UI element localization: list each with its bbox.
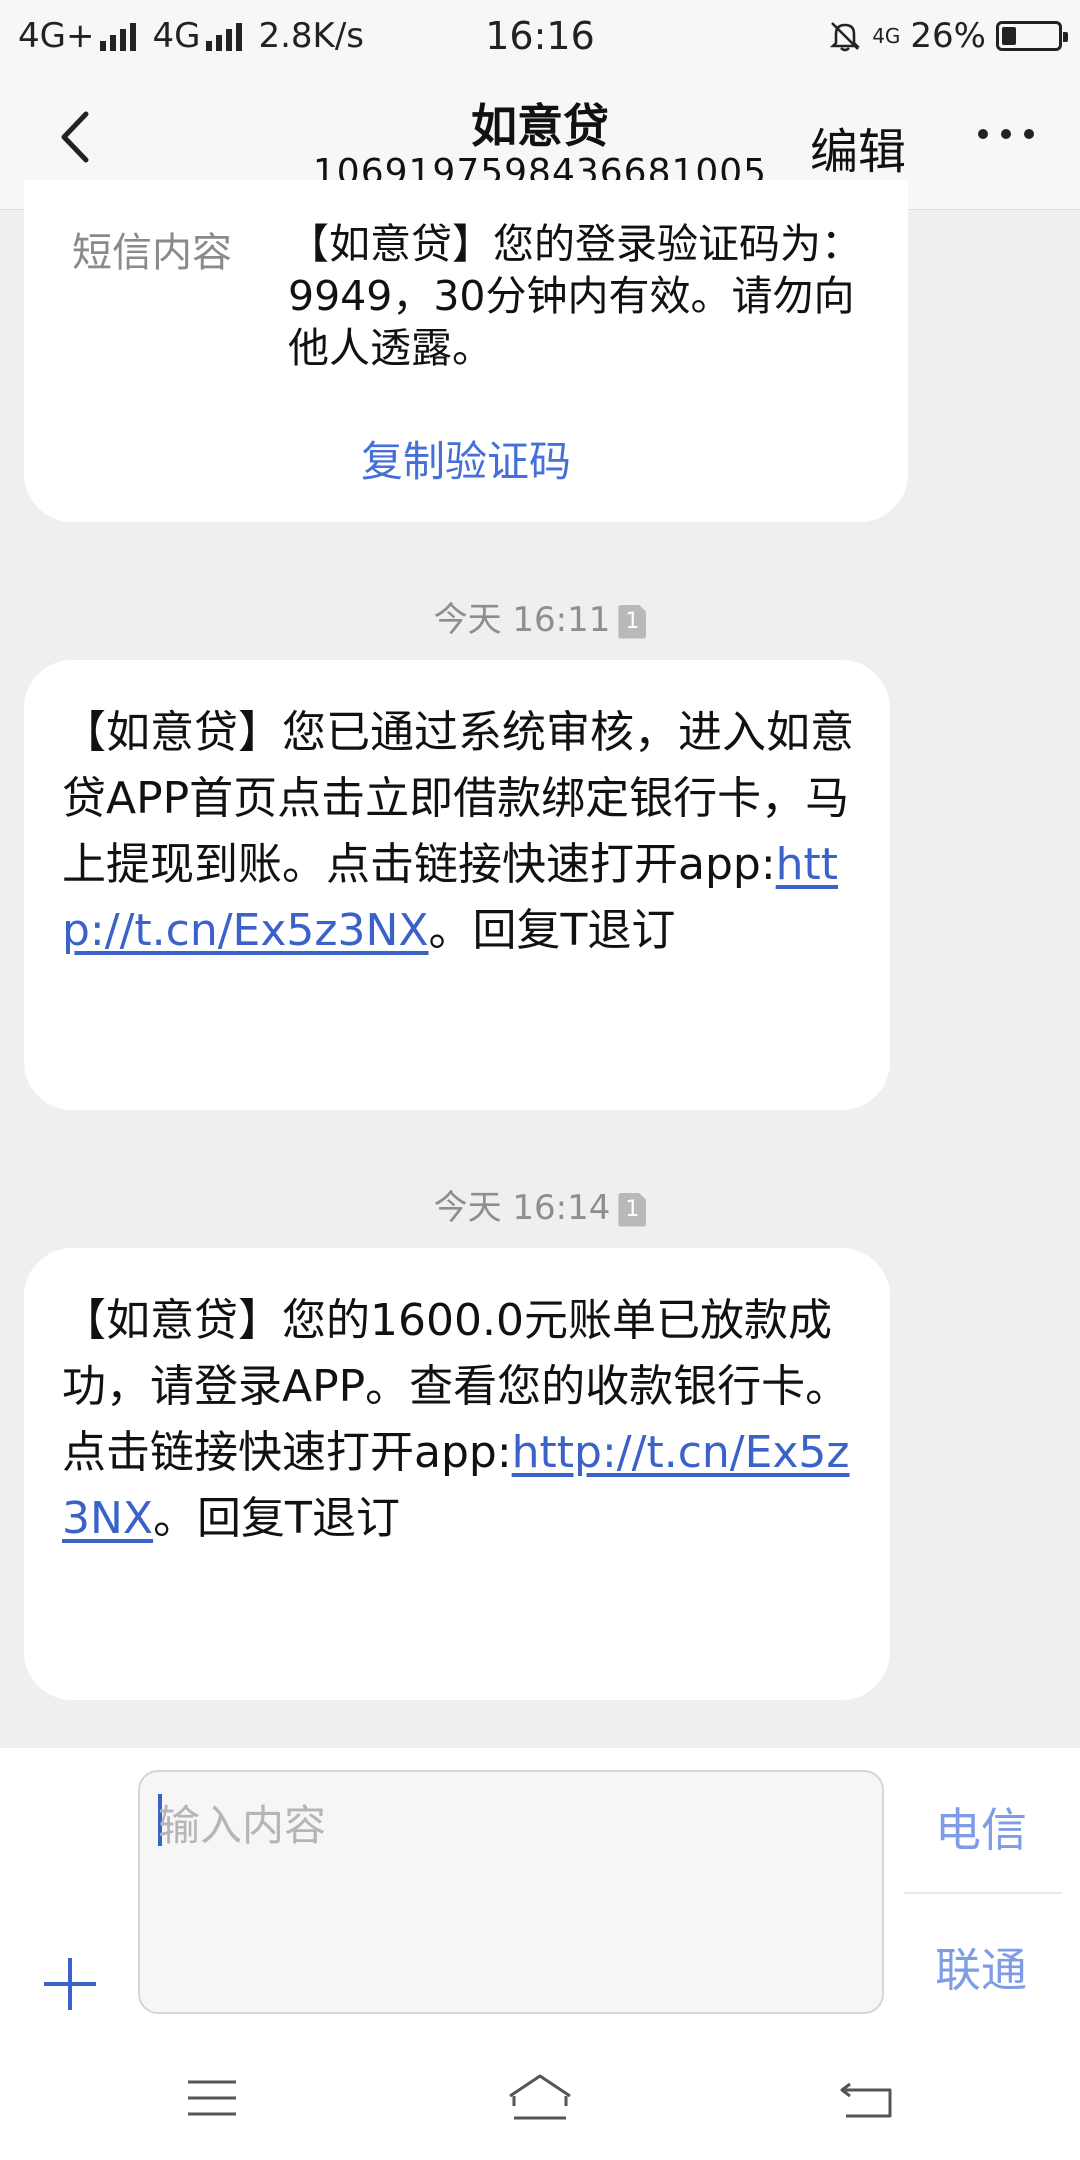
message-text: 【如意贷】您的1600.0元账单已放款成功，请登录APP。查看您的收款银行卡。点… <box>62 1295 850 1544</box>
status-right: 4G 26% <box>642 16 1068 56</box>
message-bubble[interactable]: 【如意贷】您已通过系统审核，进入如意贷APP首页点击立即借款绑定银行卡，马上提现… <box>24 660 890 1110</box>
small-network: 4G <box>872 24 901 48</box>
clock: 16:16 <box>485 14 595 58</box>
battery-percent: 26% <box>910 16 986 56</box>
message-text: 【如意贷】您已通过系统审核，进入如意贷APP首页点击立即借款绑定银行卡，马上提现… <box>62 707 854 956</box>
back-icon[interactable] <box>828 2068 908 2128</box>
contact-name: 如意贷 <box>471 99 609 153</box>
network-type-1: 4G+ <box>18 16 95 56</box>
status-bar: 4G+ 4G 2.8K/s 16:16 4G 26% <box>0 0 1080 72</box>
signal-icon <box>100 21 137 51</box>
menu-icon[interactable] <box>172 2068 252 2128</box>
message-input[interactable]: 输入内容 <box>138 1770 884 2014</box>
bell-off-icon <box>830 22 861 52</box>
sms-content-label: 短信内容 <box>72 230 232 276</box>
more-dots-icon[interactable] <box>978 124 1034 144</box>
input-placeholder: 输入内容 <box>158 1801 327 1850</box>
battery-icon <box>996 21 1068 51</box>
composer-panel: 输入内容 电信 联通 <box>0 1748 1080 2038</box>
message-timestamp: 今天 16:14 1 <box>0 1180 1080 1229</box>
plus-icon[interactable] <box>40 1954 100 2014</box>
sim-card-icon: 1 <box>618 1192 647 1227</box>
send-via-unicom-button[interactable]: 联通 <box>906 1934 1056 2000</box>
message-bubble[interactable]: 短信内容 【如意贷】您的登录验证码为：9949，30分钟内有效。请勿向他人透露。… <box>24 180 908 522</box>
home-icon[interactable] <box>500 2068 580 2128</box>
status-left: 4G+ 4G 2.8K/s <box>18 16 438 56</box>
send-via-telecom-button[interactable]: 电信 <box>906 1794 1056 1860</box>
carrier-divider <box>904 1892 1062 1894</box>
battery-fill <box>1002 27 1017 45</box>
edit-button[interactable]: 编辑 <box>810 112 906 182</box>
network-type-2: 4G <box>152 16 201 56</box>
system-nav-bar <box>0 2038 1080 2160</box>
sim-card-icon: 1 <box>618 604 647 639</box>
copy-code-button[interactable]: 复制验证码 <box>24 428 908 489</box>
message-timestamp: 今天 16:11 1 <box>0 592 1080 641</box>
network-speed: 2.8K/s <box>258 16 364 56</box>
sms-content-text: 【如意贷】您的登录验证码为：9949，30分钟内有效。请勿向他人透露。 <box>288 220 862 372</box>
message-bubble[interactable]: 【如意贷】您的1600.0元账单已放款成功，请登录APP。查看您的收款银行卡。点… <box>24 1248 890 1700</box>
signal-icon-2 <box>206 21 243 51</box>
